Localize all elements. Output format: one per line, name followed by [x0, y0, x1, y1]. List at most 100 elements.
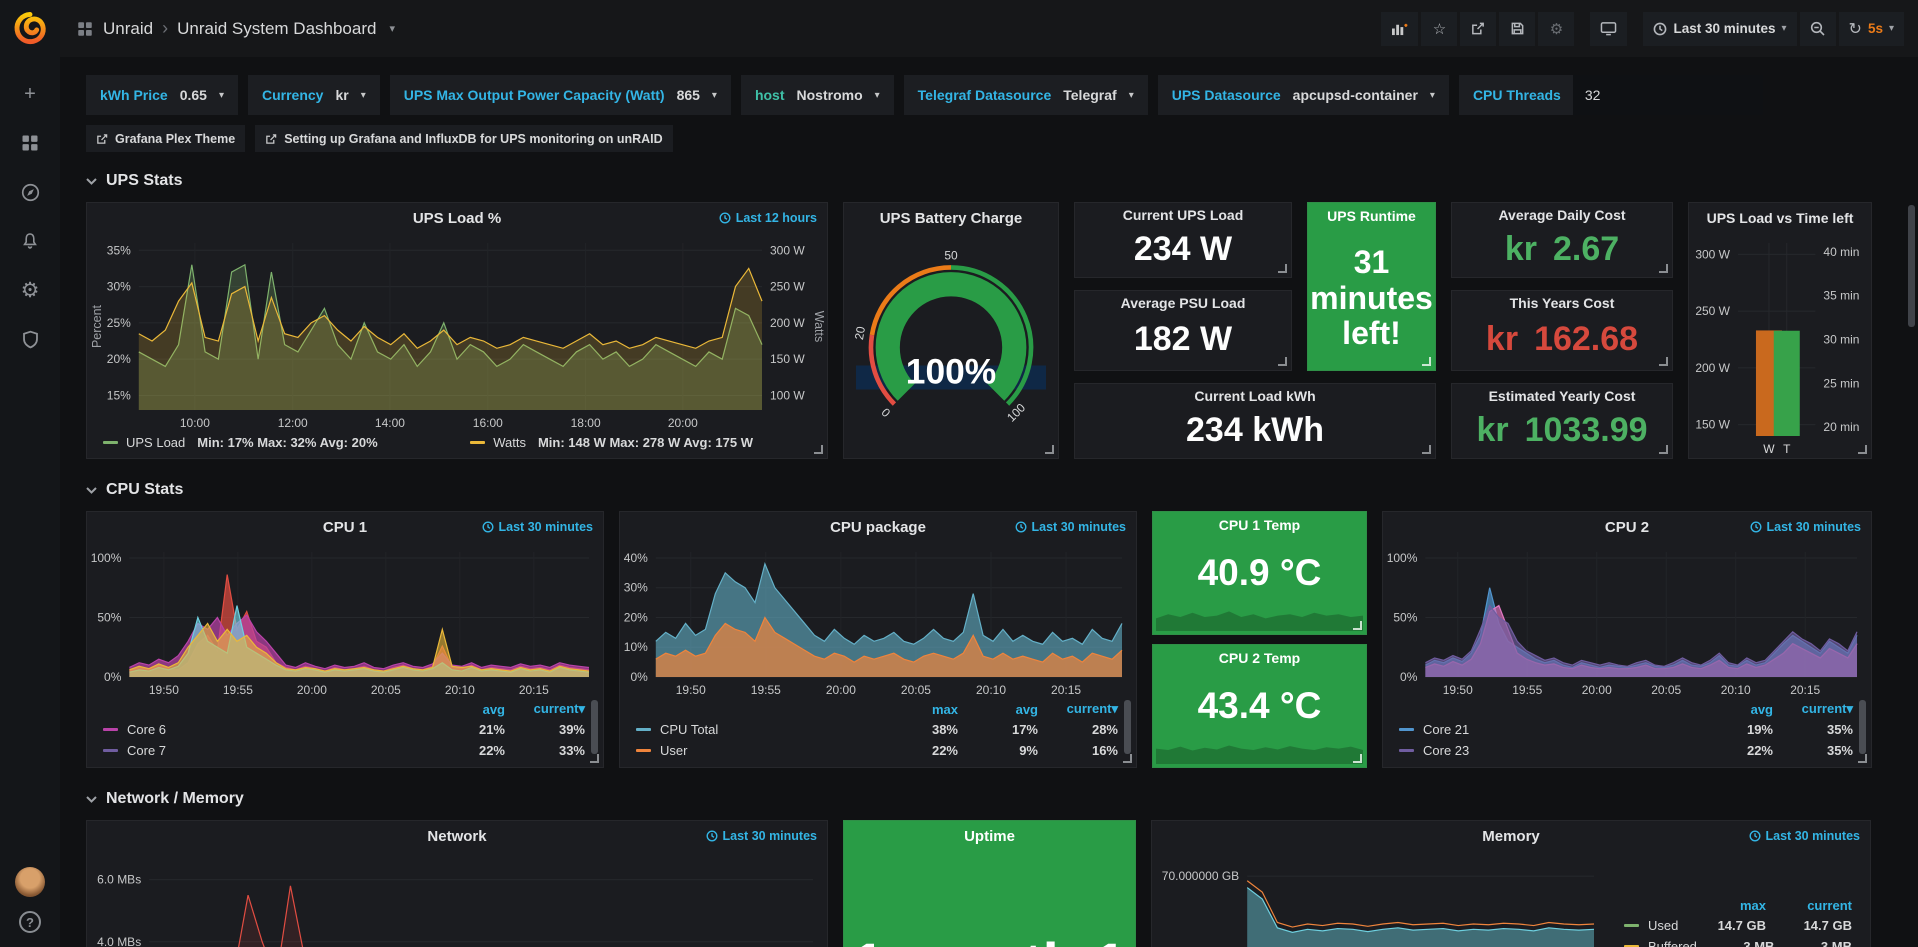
- stat-value: 1 month 1: [844, 851, 1135, 947]
- svg-text:0: 0: [879, 405, 894, 420]
- page-scrollbar[interactable]: [1908, 205, 1915, 327]
- panel-title[interactable]: UPS Battery Charge: [880, 210, 1023, 227]
- panel-memory: Memory Last 30 minutes 70.000000 GB60.00…: [1151, 820, 1871, 947]
- refresh-interval-label: 5s: [1868, 21, 1883, 36]
- save-button[interactable]: [1499, 12, 1535, 46]
- svg-text:30 min: 30 min: [1823, 333, 1859, 347]
- time-override-badge: Last 30 minutes: [1749, 821, 1860, 851]
- svg-text:19:55: 19:55: [751, 683, 781, 697]
- stat-value: kr2.67: [1452, 225, 1672, 273]
- svg-text:0%: 0%: [104, 670, 122, 684]
- svg-text:20%: 20%: [624, 610, 648, 624]
- panel-uptime: Uptime 1 month 1: [843, 820, 1136, 947]
- section-cpu-stats[interactable]: CPU Stats: [86, 477, 1878, 503]
- dashboard-link-plex-theme[interactable]: Grafana Plex Theme: [86, 125, 245, 152]
- dashboard-content: kWh Price 0.65 ▾ Currency kr ▾ UPS Max O…: [60, 57, 1918, 947]
- cpu-threads-input[interactable]: 32: [1573, 75, 1763, 115]
- panel-estimated-yearly-cost: Estimated Yearly Cost kr1033.99: [1451, 383, 1673, 459]
- clock-icon: [1749, 830, 1761, 842]
- clock-icon: [482, 521, 494, 533]
- section-ups-stats[interactable]: UPS Stats: [86, 168, 1878, 194]
- star-button[interactable]: ☆: [1421, 12, 1457, 46]
- panel-average-daily-cost: Average Daily Cost kr2.67: [1451, 202, 1673, 278]
- create-plus-icon[interactable]: +: [10, 74, 50, 114]
- admin-shield-icon[interactable]: [10, 319, 50, 359]
- cpu1-chart[interactable]: 100%50%0%19:5019:5520:0020:0520:1020:15: [87, 542, 603, 699]
- svg-text:20:05: 20:05: [901, 683, 931, 697]
- variable-kwh-price[interactable]: kWh Price 0.65 ▾: [86, 75, 238, 115]
- explore-compass-icon[interactable]: [10, 172, 50, 212]
- svg-text:19:55: 19:55: [1512, 683, 1542, 697]
- svg-text:150 W: 150 W: [770, 352, 805, 366]
- clock-icon: [706, 830, 718, 842]
- panel-cpu-package: CPU package Last 30 minutes 40%30%20%10%…: [619, 511, 1137, 768]
- network-chart[interactable]: 6.0 MBs4.0 MBs2.0 MBs: [87, 851, 827, 947]
- breadcrumb-app[interactable]: Unraid: [103, 19, 153, 39]
- memory-legend[interactable]: maxcurrentUsed14.7 GB14.7 GBBuffered3 MB…: [1608, 851, 1870, 947]
- external-link-icon: [265, 133, 277, 145]
- svg-text:18:00: 18:00: [571, 416, 601, 430]
- svg-text:40 min: 40 min: [1823, 245, 1859, 259]
- variable-ups-max-output[interactable]: UPS Max Output Power Capacity (Watt) 865…: [390, 75, 731, 115]
- legend-scrollbar[interactable]: [591, 700, 598, 754]
- legend-scrollbar[interactable]: [1124, 700, 1131, 754]
- svg-text:100%: 100%: [1387, 551, 1418, 565]
- panel-ups-load-vs-time-left: UPS Load vs Time left 300 W250 W200 W150…: [1688, 202, 1872, 459]
- cpu-package-chart[interactable]: 40%30%20%10%0%19:5019:5520:0020:0520:102…: [620, 542, 1136, 699]
- svg-text:12:00: 12:00: [278, 416, 308, 430]
- time-override-badge: Last 12 hours: [719, 203, 817, 233]
- cpu1-legend[interactable]: avgcurrent▾Core 621%39%Core 722%33%: [87, 699, 603, 767]
- svg-text:20:05: 20:05: [371, 683, 401, 697]
- dashboard-settings-button[interactable]: ⚙: [1538, 12, 1574, 46]
- dashboard-grid-icon: [76, 20, 94, 38]
- alerting-bell-icon[interactable]: [10, 221, 50, 261]
- panel-current-ups-load: Current UPS Load 234 W: [1074, 202, 1292, 278]
- cpu2-chart[interactable]: 100%50%0%19:5019:5520:0020:0520:1020:15: [1383, 542, 1871, 699]
- dashboard-link-ups-guide[interactable]: Setting up Grafana and InfluxDB for UPS …: [255, 125, 672, 152]
- clock-icon: [1015, 521, 1027, 533]
- variable-currency[interactable]: Currency kr ▾: [248, 75, 380, 115]
- zoom-out-button[interactable]: [1800, 12, 1836, 46]
- ups-load-chart[interactable]: 35%30%25%20%15%300 W250 W200 W150 W100 W…: [87, 233, 827, 432]
- grafana-app: + ⚙ ?: [0, 0, 1918, 947]
- chevron-down-icon: ▾: [1782, 23, 1787, 34]
- dashboards-icon[interactable]: [10, 123, 50, 163]
- section-network-memory[interactable]: Network / Memory: [86, 786, 1878, 812]
- ups-vs-time-bar-chart[interactable]: 300 W250 W200 W150 W40 min35 min30 min25…: [1689, 233, 1871, 458]
- svg-text:10:00: 10:00: [180, 416, 210, 430]
- time-range-label: Last 30 minutes: [1673, 21, 1775, 36]
- user-avatar[interactable]: [15, 867, 45, 897]
- variable-ups-datasource[interactable]: UPS Datasource apcupsd-container ▾: [1158, 75, 1449, 115]
- chevron-down-icon: [86, 487, 97, 494]
- stat-value: kr1033.99: [1452, 406, 1672, 454]
- svg-text:10%: 10%: [624, 640, 648, 654]
- cpu2-legend[interactable]: avgcurrent▾Core 2119%35%Core 2322%35%: [1383, 699, 1871, 767]
- svg-text:6.0 MBs: 6.0 MBs: [97, 873, 141, 887]
- svg-text:100%: 100%: [906, 353, 996, 392]
- page-title[interactable]: Unraid System Dashboard: [177, 19, 376, 39]
- svg-text:0%: 0%: [1400, 670, 1418, 684]
- variable-telegraf-datasource[interactable]: Telegraf Datasource Telegraf ▾: [904, 75, 1148, 115]
- svg-text:20: 20: [852, 325, 868, 341]
- legend-scrollbar[interactable]: [1859, 700, 1866, 754]
- share-button[interactable]: [1460, 12, 1496, 46]
- panel-title[interactable]: UPS Load %: [413, 210, 501, 227]
- time-range-picker[interactable]: Last 30 minutes ▾: [1643, 12, 1796, 46]
- ups-load-legend[interactable]: UPS LoadMin: 17% Max: 32% Avg: 20%WattsM…: [87, 432, 827, 458]
- grafana-logo-icon[interactable]: [11, 10, 49, 48]
- variable-host[interactable]: host Nostromo ▾: [741, 75, 894, 115]
- add-panel-button[interactable]: [1381, 12, 1418, 46]
- svg-text:15%: 15%: [107, 388, 131, 402]
- chevron-down-icon: [86, 178, 97, 185]
- cpu-package-legend[interactable]: maxavgcurrent▾CPU Total38%17%28%User22%9…: [620, 699, 1136, 767]
- refresh-button[interactable]: ↻ 5s ▾: [1839, 12, 1904, 46]
- svg-text:40%: 40%: [624, 551, 648, 565]
- svg-text:0%: 0%: [630, 670, 648, 684]
- variable-cpu-threads: CPU Threads 32: [1459, 75, 1763, 115]
- chevron-down-icon[interactable]: ▾: [389, 22, 395, 35]
- tv-cycle-button[interactable]: [1590, 12, 1627, 46]
- configuration-gear-icon[interactable]: ⚙: [10, 270, 50, 310]
- memory-chart[interactable]: 70.000000 GB60.000000 GB50.000000 GB: [1152, 851, 1608, 947]
- help-icon[interactable]: ?: [19, 911, 41, 933]
- battery-gauge[interactable]: 02050100100%: [844, 233, 1058, 458]
